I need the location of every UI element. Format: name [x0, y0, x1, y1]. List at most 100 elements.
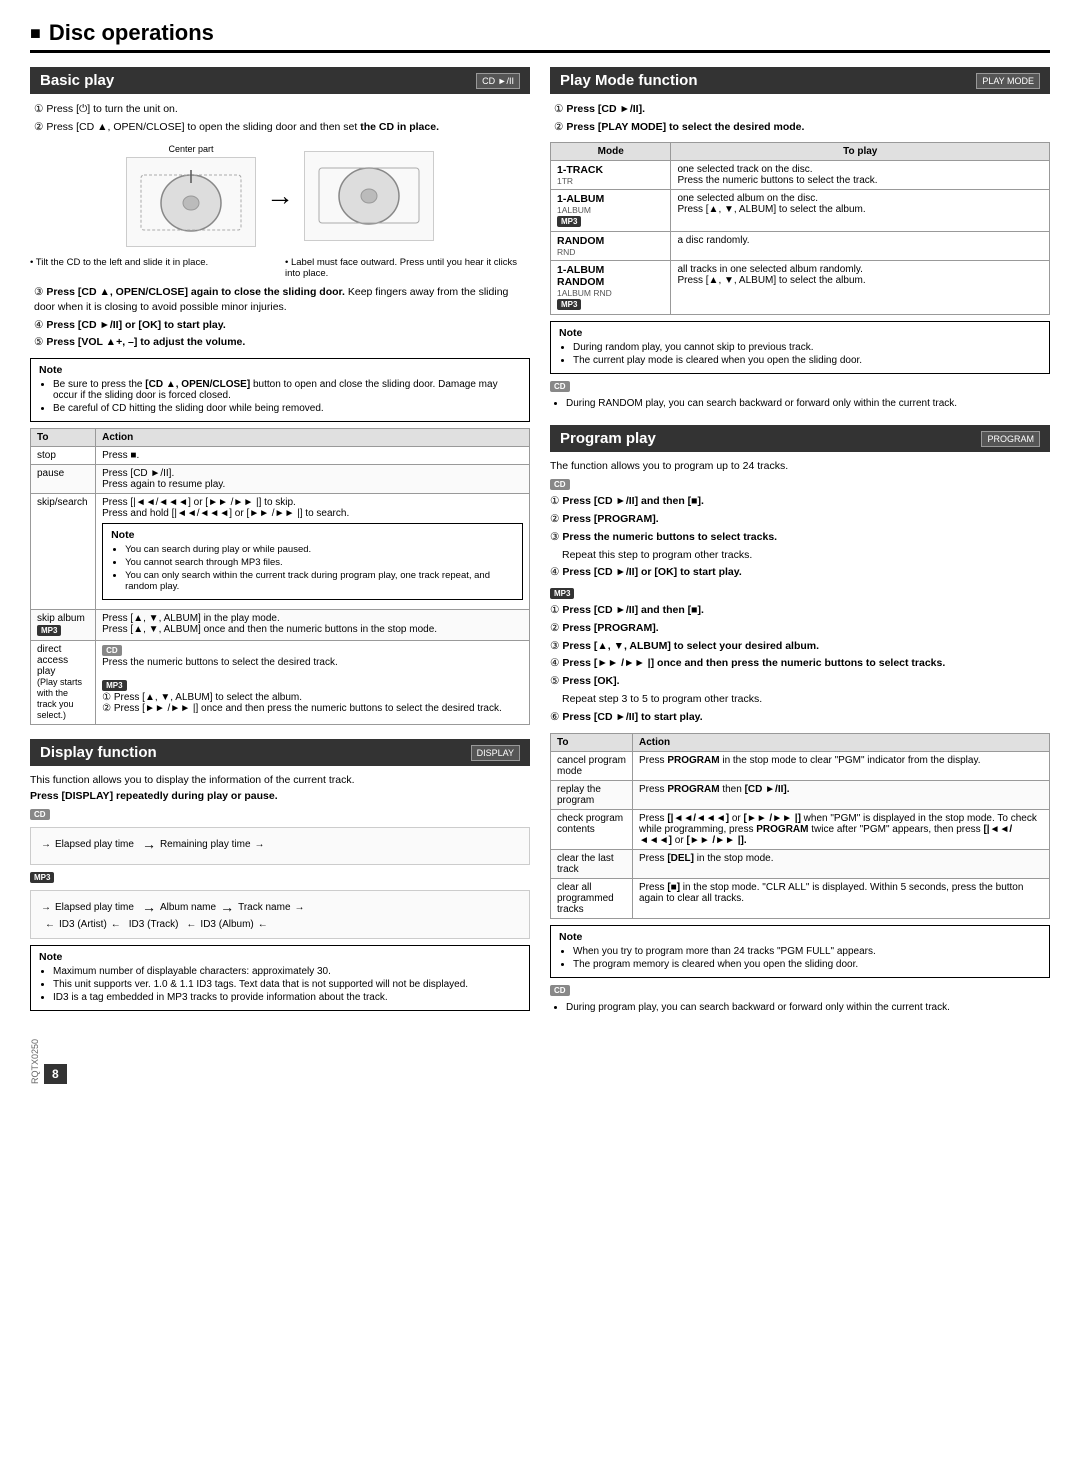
prog-mp3-step-1: ① Press [CD ►/II] and then [■]. [550, 603, 1050, 619]
mp3-arrow-2: → [220, 899, 234, 915]
cd-random-note-item: During RANDOM play, you can search backw… [566, 397, 1050, 411]
to-clear-last: clear the last track [551, 850, 633, 879]
display-note-1: Maximum number of displayable characters… [53, 966, 521, 977]
table-row: cancel programmode Press PROGRAM in the … [551, 752, 1050, 781]
cd-badge-program: CD [550, 479, 570, 490]
play-mode-note-1: During random play, you cannot skip to p… [573, 342, 1041, 353]
cd-timeline-row: → Elapsed play time → Remaining play tim… [41, 836, 519, 852]
remaining-play-time: Remaining play time [160, 839, 251, 850]
prog-col-action: Action [632, 734, 1049, 752]
mode-name-1albumrnd: 1-ALBUM RANDOM 1ALBUM RND MP3 [551, 261, 671, 315]
to-cancel-program: cancel programmode [551, 752, 633, 781]
table-row: stop Press ■. [31, 447, 530, 465]
program-cd-note: During program play, you can search back… [566, 1001, 1050, 1015]
action-cancel-program: Press PROGRAM in the stop mode to clear … [632, 752, 1049, 781]
action-skip: Press [|◄◄/◄◄◄] or [►► /►► |] to skip. P… [96, 494, 530, 610]
action-pause: Press [CD ►/II].Press again to resume pl… [96, 465, 530, 494]
step-2: ② Press [CD ▲, OPEN/CLOSE] to open the s… [30, 120, 530, 135]
id3-track: ID3 (Track) [129, 919, 179, 930]
skip-note-3: You can only search within the current t… [125, 570, 514, 592]
program-badge: PROGRAM [981, 431, 1040, 447]
cd-badge-display: CD [30, 809, 50, 820]
display-note: Note Maximum number of displayable chara… [30, 945, 530, 1011]
id3-album: ID3 (Album) [200, 919, 253, 930]
prog-cd-step-4: ④ Press [CD ►/II] or [OK] to start play. [550, 565, 1050, 581]
to-skip-album: skip album MP3 [31, 610, 96, 641]
table-row: clear allprogrammed tracks Press [■] in … [551, 879, 1050, 919]
display-intro: This function allows you to display the … [30, 774, 530, 786]
mp3-start-arrow: → [41, 902, 51, 913]
action-skip-album: Press [▲, ▼, ALBUM] in the play mode. Pr… [96, 610, 530, 641]
cd-random-note: During RANDOM play, you can search backw… [566, 397, 1050, 411]
display-note-3: ID3 is a tag embedded in MP3 tracks to p… [53, 992, 521, 1003]
play-mode-note: Note During random play, you cannot skip… [550, 321, 1050, 374]
mp3-badge-display: MP3 [30, 872, 54, 883]
mp3-track-name: Track name [238, 902, 290, 913]
timeline-start-arrow: → [41, 839, 51, 850]
basic-play-header: Basic play CD ►/II [30, 67, 530, 94]
cd-random-badge: CD [550, 381, 570, 392]
cd-diagram-left [126, 157, 256, 247]
mp3-badge: MP3 [37, 625, 61, 636]
basic-play-note: Note Be sure to press the [CD ▲, OPEN/CL… [30, 358, 530, 422]
program-cd-badge-note: CD [550, 984, 1050, 997]
mp3-arrow-1: → [142, 899, 156, 915]
step-1: ① Press [⏻] to turn the unit on. [30, 102, 530, 117]
cd-timeline: → Elapsed play time → Remaining play tim… [30, 827, 530, 865]
to-pause: pause [31, 465, 96, 494]
to-direct: directaccess play (Play startswith thetr… [31, 641, 96, 725]
mp3-badge-1albumrnd: MP3 [557, 299, 581, 310]
id3-end-arrow: ← [258, 919, 268, 930]
action-direct: CD Press the numeric buttons to select t… [96, 641, 530, 725]
mode-name-1track: 1-TRACK 1TR [551, 161, 671, 190]
prog-col-to: To [551, 734, 633, 752]
caption-left: • Tilt the CD to the left and slide it i… [30, 257, 275, 279]
play-mode-step-1: ① Press [CD ►/II]. [550, 102, 1050, 117]
play-mode-note-title: Note [559, 327, 1041, 339]
id3-row: ← ID3 (Artist) ← ID3 (Track) ← ID3 (Albu… [41, 919, 519, 930]
page-title: Disc operations [30, 20, 1050, 53]
table-row: pause Press [CD ►/II].Press again to res… [31, 465, 530, 494]
mp3-timeline: → Elapsed play time → Album name → Track… [30, 890, 530, 939]
cd-badge-playmote: CD [550, 380, 1050, 393]
display-function-title: Display function [40, 744, 157, 761]
prog-mp3-step-3: ③ Press [▲, ▼, ALBUM] to select your des… [550, 639, 1050, 655]
timeline-end-arrow: → [255, 839, 265, 850]
caption-right: • Label must face outward. Press until y… [285, 257, 530, 279]
display-press-text: Press [DISPLAY] repeatedly during play o… [30, 790, 530, 802]
mp3-badge-direct: MP3 [102, 680, 126, 691]
table-row: skip/search Press [|◄◄/◄◄◄] or [►► /►► |… [31, 494, 530, 610]
mp3-indicator: MP3 [30, 871, 530, 884]
table-row: replay the program Press PROGRAM then [C… [551, 781, 1050, 810]
program-cd-steps: ① Press [CD ►/II] and then [■]. ② Press … [550, 494, 1050, 581]
mp3-album-name: Album name [160, 902, 216, 913]
prog-mp3-step-4: ④ Press [►► /►► |] once and then press t… [550, 656, 1050, 672]
id3-arrow-album: ← [186, 919, 196, 930]
play-mode-section: Play Mode function PLAY MODE ① Press [CD… [550, 67, 1050, 411]
display-badge: DISPLAY [471, 745, 520, 761]
skip-note-1: You can search during play or while paus… [125, 544, 514, 555]
mode-desc-1album: one selected album on the disc. Press [▲… [671, 190, 1050, 232]
play-mode-badge: PLAY MODE [976, 73, 1040, 89]
prog-cd-repeat: Repeat this step to program other tracks… [562, 548, 1050, 564]
step-5: ⑤ Press [VOL ▲+, –] to adjust the volume… [30, 335, 530, 350]
mode-1track: 1-TRACK 1TR one selected track on the di… [551, 161, 1050, 190]
step-4: ④ Press [CD ►/II] or [OK] to start play. [30, 318, 530, 333]
cd-diagram-right [304, 151, 434, 241]
mode-name-1album: 1-ALBUM 1ALBUM MP3 [551, 190, 671, 232]
mode-1album-random: 1-ALBUM RANDOM 1ALBUM RND MP3 all tracks… [551, 261, 1050, 315]
play-mode-header: Play Mode function PLAY MODE [550, 67, 1050, 94]
note-item-1: Be sure to press the [CD ▲, OPEN/CLOSE] … [53, 379, 521, 401]
mode-desc-random: a disc randomly. [671, 232, 1050, 261]
title-text: Disc operations [49, 20, 214, 46]
col-toplay: To play [671, 143, 1050, 161]
display-function-section: Display function DISPLAY This function a… [30, 739, 530, 1011]
program-table: To Action cancel programmode Press PROGR… [550, 733, 1050, 919]
timeline-arrow-1: → [142, 836, 156, 852]
prog-mp3-step-5: ⑤ Press [OK]. [550, 674, 1050, 690]
table-row: directaccess play (Play startswith thetr… [31, 641, 530, 725]
prog-mp3-step-6: ⑥ Press [CD ►/II] to start play. [550, 710, 1050, 726]
program-mp3-badge: MP3 [550, 587, 1050, 600]
mp3-elapsed: Elapsed play time [55, 902, 134, 913]
mode-name-random: RANDOM RND [551, 232, 671, 261]
